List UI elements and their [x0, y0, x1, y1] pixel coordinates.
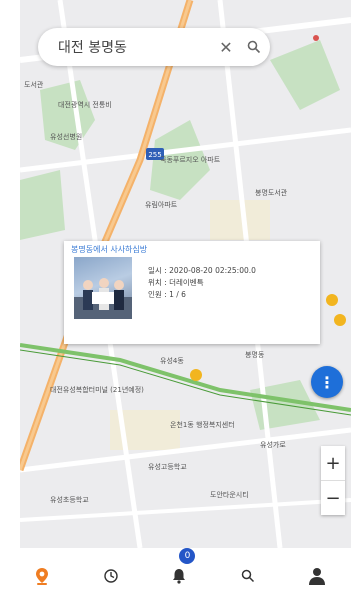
tab-map[interactable] — [22, 556, 62, 596]
popup-date: 일시 : 2020-08-20 02:25:00.0 — [148, 266, 256, 275]
search-bar[interactable]: 대전 봉명동 ✕ — [38, 28, 270, 66]
map-label: 유성초등학교 — [50, 496, 89, 504]
search-icon — [241, 569, 255, 582]
tab-notifications[interactable]: 0 — [159, 547, 199, 596]
bottom-tab-bar: 0 — [0, 547, 351, 603]
popup-info: 일시 : 2020-08-20 02:25:00.0 위치 : 더레이벤특 인원… — [148, 265, 256, 301]
map-label: 봉명도서관 — [255, 189, 288, 197]
popup-title[interactable]: 봉명동에서 사사하심방 — [71, 244, 147, 255]
tab-search[interactable] — [228, 556, 268, 596]
map-label: 국동푸르지오 아파트 — [160, 156, 221, 164]
map-label: 유성고등학교 — [148, 463, 187, 471]
map-label: 대전유성복합터미널 (21년예정) — [50, 386, 144, 394]
event-photo — [74, 257, 132, 319]
map-label: 유림아파트 — [145, 201, 178, 209]
map-label: 온천1동 행정복지센터 — [170, 421, 235, 429]
search-icon[interactable] — [238, 40, 270, 54]
event-popup[interactable]: 봉명동에서 사사하심방 일시 : 2020-08-20 02:25:00.0 위… — [64, 241, 320, 344]
history-icon — [104, 568, 118, 583]
search-input[interactable]: 대전 봉명동 — [38, 37, 214, 57]
map-label: 유성선병원 — [50, 133, 83, 141]
popup-count: 인원 : 1 / 6 — [148, 290, 186, 299]
tab-profile[interactable] — [297, 556, 337, 596]
close-icon[interactable]: ✕ — [214, 38, 238, 57]
tab-history[interactable] — [91, 556, 131, 596]
zoom-control: + − — [321, 446, 345, 515]
zoom-out-button[interactable]: − — [321, 480, 345, 515]
user-icon — [308, 567, 325, 585]
popup-place: 위치 : 더레이벤특 — [148, 278, 204, 287]
zoom-in-button[interactable]: + — [321, 446, 345, 480]
location-pin-icon — [36, 567, 49, 585]
bell-icon — [173, 568, 186, 584]
map-label: 유성가로 — [260, 441, 286, 449]
map-label: 봉명동 — [245, 351, 265, 359]
map-label: 유성4동 — [160, 357, 184, 365]
map-label: 대전광역시 전통비 — [58, 101, 112, 109]
map-label: 도안타운시티 — [210, 491, 249, 499]
map-label: 도서관 — [24, 81, 44, 89]
notification-badge: 0 — [179, 547, 196, 564]
info-icon: ⋮ — [319, 372, 335, 392]
info-fab-button[interactable]: ⋮ — [311, 366, 343, 398]
